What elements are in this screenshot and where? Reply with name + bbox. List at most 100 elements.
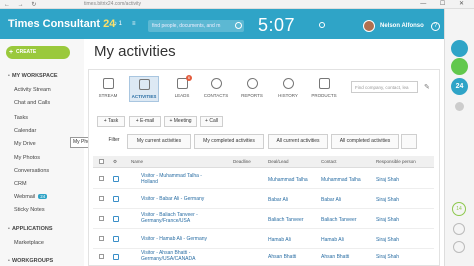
browser-nav-buttons[interactable]: ← → ↻ [4,1,39,8]
global-search[interactable] [148,20,244,32]
select-all-checkbox[interactable] [99,159,104,164]
filter-my-completed[interactable]: My completed activities [194,134,264,149]
responsible-link[interactable]: Siraj Shah [376,217,399,223]
tab-products[interactable]: PRODUCTS [309,76,339,102]
row-checkbox[interactable] [99,254,104,259]
deal-link[interactable]: Hamab Ali [268,237,291,243]
tab-contacts[interactable]: CONTACTS [201,76,231,102]
responsible-link[interactable]: Siraj Shah [376,254,399,260]
search-icon[interactable] [235,22,242,29]
responsible-link[interactable]: Siraj Shah [376,177,399,183]
activity-type-icon [113,216,119,222]
sidebar-item-my-photos[interactable]: My Photos [14,155,40,161]
add-task-button[interactable]: + Task [97,116,125,127]
add-call-button[interactable]: + Call [200,116,223,127]
rail-calls-icon[interactable] [451,58,468,75]
column-deal-lead[interactable]: Deal/Lead [268,159,289,164]
activity-name-link[interactable]: Visitor - Ahsan Bhatti - Germany/USA/CAN… [141,250,213,262]
rail-counter-bubble[interactable]: 14 [452,202,466,216]
workgroups-section-title[interactable]: ▪ WORKGROUPS [8,258,53,264]
collapse-icon: ▪ [8,73,10,79]
sidebar-item-my-drive[interactable]: My Drive [14,141,36,147]
contact-link[interactable]: Muhammad Talha [321,177,361,183]
table-row[interactable]: Visitor - Babar Ali - Germany Babar Ali … [93,190,434,209]
activity-name-link[interactable]: Visitor - Hamab Ali - Germany [141,236,241,242]
notifications-button[interactable]: ♪ 1 [114,21,122,27]
activity-name-link[interactable]: Visitor - Muhammad Talha - Holland [141,173,213,185]
filter-all-completed[interactable]: All completed activities [331,134,399,149]
sidebar-item-sticky-notes[interactable]: Sticky Notes [14,207,45,213]
app-logo[interactable]: Times Consultant 24 [8,18,115,30]
workspace-section-title[interactable]: ▪ MY WORKSPACE [8,73,58,79]
column-name[interactable]: Name [131,159,143,164]
filter-my-current[interactable]: My current activities [127,134,191,149]
crm-search-input[interactable] [352,82,417,92]
deal-link[interactable]: Muhammad Talha [268,177,308,183]
activity-type-icon [113,254,119,260]
sidebar-item-calendar[interactable]: Calendar [14,128,36,134]
contact-link[interactable]: Baliach Tanveer [321,217,357,223]
activity-name-link[interactable]: Visitor - Baliach Tanveer - Germany/Fran… [141,212,213,224]
responsible-link[interactable]: Siraj Shah [376,197,399,203]
global-search-input[interactable] [148,20,232,32]
activity-name-link[interactable]: Visitor - Babar Ali - Germany [141,196,241,202]
crm-search[interactable] [351,81,418,93]
tab-activities[interactable]: ACTIVITIES [129,76,159,102]
avatar[interactable] [363,20,375,32]
sidebar-item-chat-and-calls[interactable]: Chat and Calls [14,100,50,106]
plus-icon: + [9,49,14,56]
page-title: My activities [94,43,176,60]
tab-reports[interactable]: REPORTS [237,76,267,102]
filter-more-button[interactable] [401,134,417,149]
add-email-button[interactable]: + E-mail [129,116,161,127]
contact-link[interactable]: Hamab Ali [321,237,344,243]
filter-all-current[interactable]: All current activities [268,134,328,149]
sidebar-item-activity-stream[interactable]: Activity Stream [14,87,51,93]
clock-icon[interactable] [319,22,325,28]
rail-bitrix-icon[interactable]: 24 [451,78,468,95]
applications-section-title[interactable]: ▪ APPLICATIONS [8,226,53,232]
column-responsible[interactable]: Responsible person [376,159,416,164]
sidebar-item-crm[interactable]: CRM [14,181,27,187]
contact-link[interactable]: Babar Ali [321,197,341,203]
row-checkbox[interactable] [99,196,104,201]
row-checkbox[interactable] [99,216,104,221]
menu-icon[interactable]: ≡ [132,21,136,27]
column-contact[interactable]: Contact [321,159,337,164]
rail-users-icon[interactable] [451,40,468,57]
tab-leads[interactable]: 6 LEADS [167,75,197,102]
user-name[interactable]: Nelson Alfonso [380,23,424,29]
table-row[interactable]: Visitor - Hamab Ali - Germany Hamab Ali … [93,230,434,249]
create-button[interactable]: + CREATE [6,46,70,59]
deal-link[interactable]: Babar Ali [268,197,288,203]
rail-contact-icon[interactable] [453,241,465,253]
sidebar-item-webmail[interactable]: Webmail 24 [14,194,48,200]
browser-url[interactable]: times.bitrix24.com/activity [84,1,141,7]
table-row[interactable]: Visitor - Muhammad Talha - Holland Muham… [93,170,434,189]
help-icon[interactable]: ? [431,22,440,31]
tab-history[interactable]: HISTORY [273,76,303,102]
rail-expand-icon[interactable] [455,102,464,111]
row-checkbox[interactable] [99,176,104,181]
table-row[interactable]: Visitor - Ahsan Bhatti - Germany/USA/CAN… [93,248,434,266]
pencil-icon[interactable]: ✎ [424,83,432,91]
table-row[interactable]: Visitor - Baliach Tanveer - Germany/Fran… [93,210,434,229]
sidebar-item-tasks[interactable]: Tasks [14,115,28,121]
rail-contact-icon[interactable] [453,223,465,235]
settings-icon[interactable]: ⚙ [113,159,117,165]
responsible-link[interactable]: Siraj Shah [376,237,399,243]
sidebar-item-marketplace[interactable]: Marketplace [14,240,44,246]
add-meeting-button[interactable]: + Meeting [164,116,197,127]
history-icon [282,78,294,89]
tab-stream[interactable]: STREAM [93,76,123,102]
sidebar-item-conversations[interactable]: Conversations [14,168,49,174]
contact-link[interactable]: Ahsan Bhatti [321,254,349,260]
deal-link[interactable]: Ahsan Bhatti [268,254,296,260]
top-header: Times Consultant 24 ♪ 1 ≡ 5:07 Nelson Al… [0,9,444,39]
window-controls[interactable]: — ☐ ✕ [420,0,470,7]
clock-time[interactable]: 5:07 [258,15,295,36]
filter-button[interactable]: Filter [104,134,124,149]
deal-link[interactable]: Baliach Tanveer [268,217,304,223]
column-deadline[interactable]: Deadline [233,159,251,164]
row-checkbox[interactable] [99,236,104,241]
